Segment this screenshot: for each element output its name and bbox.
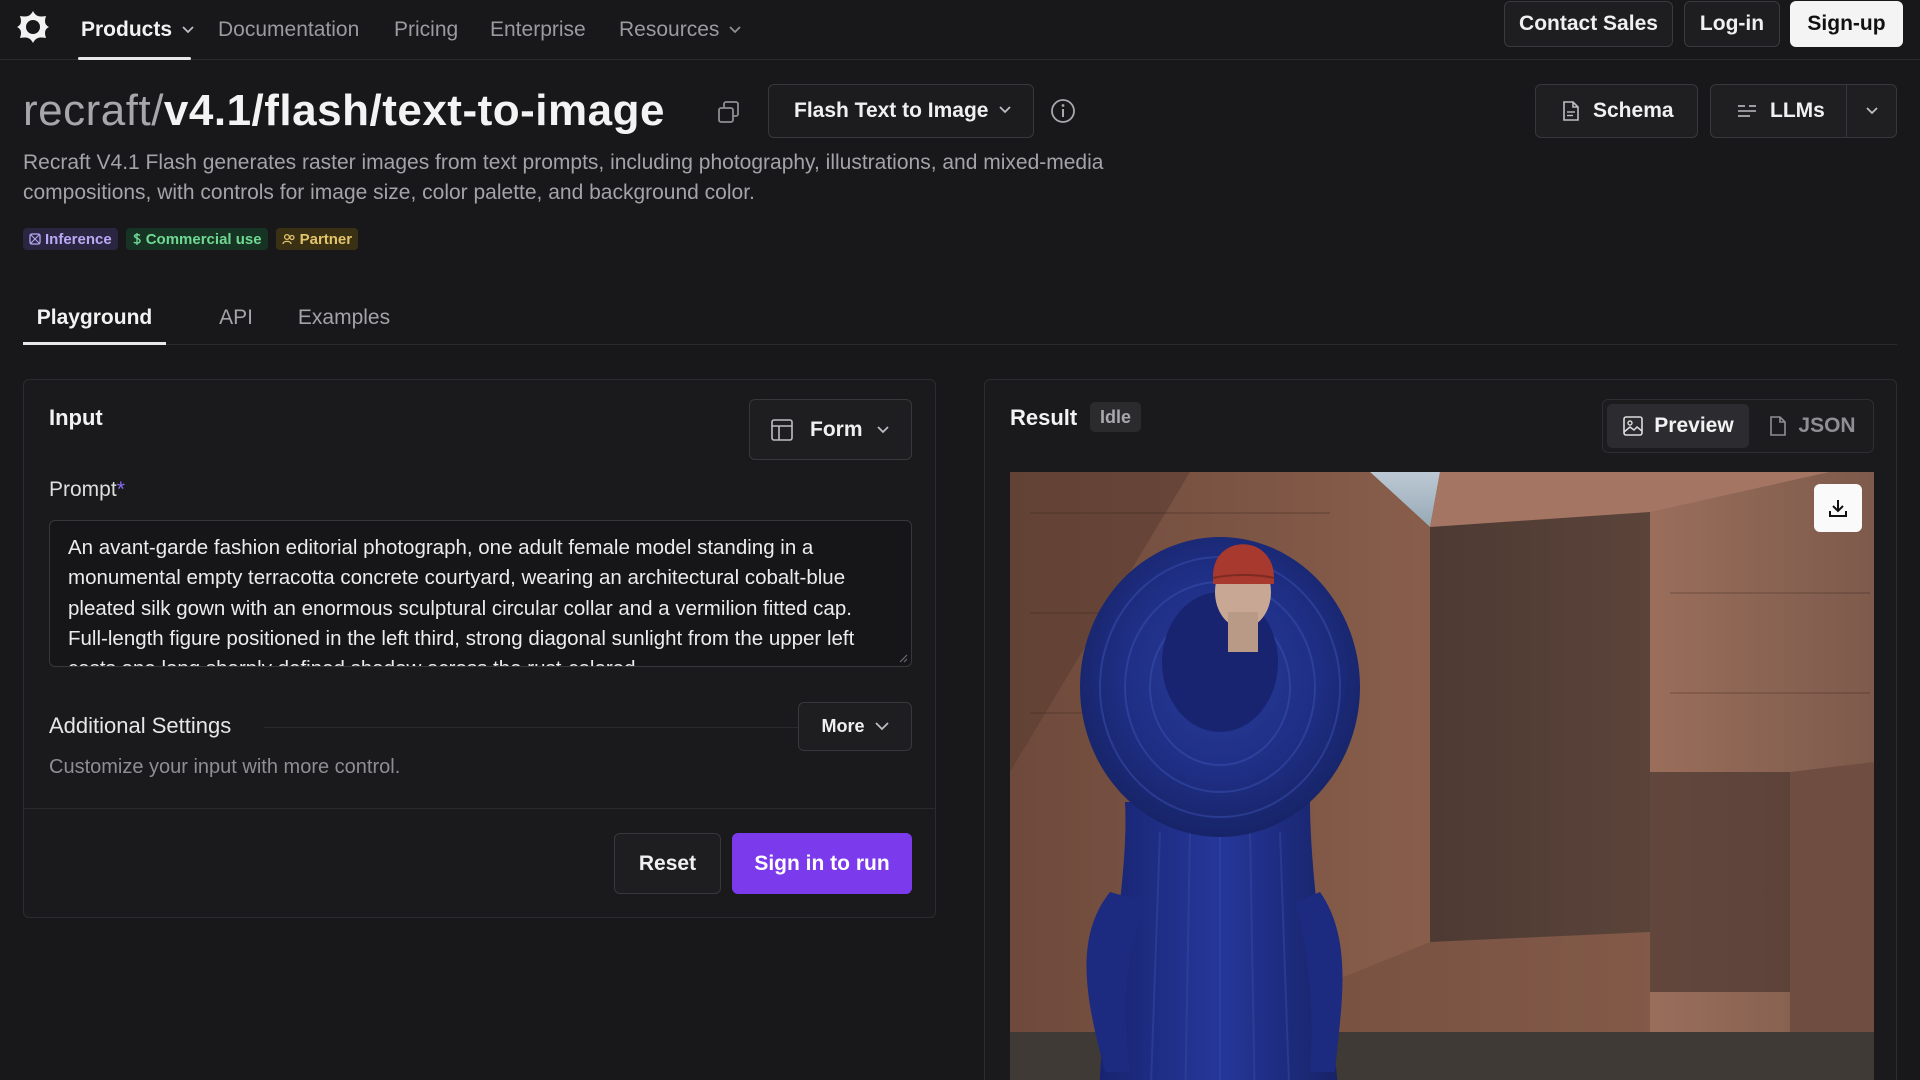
nav-enterprise[interactable]: Enterprise	[490, 0, 586, 60]
badge-inference: Inference	[23, 228, 118, 250]
chevron-down-icon	[876, 425, 889, 433]
reset-button[interactable]: Reset	[614, 833, 721, 894]
nav-pricing[interactable]: Pricing	[394, 0, 458, 60]
schema-label: Schema	[1593, 99, 1674, 122]
status-label: Idle	[1100, 406, 1132, 427]
prompt-label: Prompt*	[49, 478, 125, 502]
chevron-down-icon	[729, 26, 742, 34]
panel-footer-divider	[24, 808, 935, 809]
tab-examples-label: Examples	[297, 305, 391, 329]
llms-label: LLMs	[1770, 99, 1825, 122]
nav-documentation[interactable]: Documentation	[218, 0, 359, 60]
generated-image	[1010, 472, 1874, 1080]
info-icon[interactable]	[1049, 97, 1077, 125]
top-nav: Products Documentation Pricing Enterpris…	[0, 0, 1920, 60]
login-label: Log-in	[1699, 12, 1765, 35]
model-description: Recraft V4.1 Flash generates raster imag…	[23, 151, 1104, 204]
chevron-down-icon	[999, 106, 1011, 114]
input-mode-select[interactable]: Form	[749, 399, 912, 460]
form-layout-icon	[771, 418, 793, 441]
nav-products-label: Products	[81, 18, 173, 41]
input-panel: Input Form Prompt* An avant-garde fashio…	[23, 379, 936, 918]
nav-products[interactable]: Products	[81, 0, 194, 60]
tab-api-label: API	[219, 305, 253, 329]
nav-resources[interactable]: Resources	[619, 0, 742, 60]
partner-icon	[281, 233, 295, 245]
download-icon	[1829, 500, 1847, 517]
chevron-down-icon	[182, 26, 194, 34]
tab-active-underline	[23, 342, 166, 345]
tab-playground[interactable]: Playground	[23, 290, 166, 345]
page-title: recraft/v4.1/flash/text-to-image	[23, 86, 665, 136]
download-button[interactable]	[1814, 484, 1862, 532]
badge-partner-label: Partner	[299, 230, 353, 248]
input-mode-label: Form	[810, 417, 863, 441]
contact-sales-label: Contact Sales	[1519, 12, 1658, 35]
nav-active-underline	[78, 57, 191, 60]
login-button[interactable]: Log-in	[1684, 1, 1780, 47]
more-settings-button[interactable]: More	[798, 702, 912, 751]
result-image	[1010, 472, 1874, 1080]
section-divider	[264, 727, 804, 728]
json-toggle[interactable]: JSON	[1753, 404, 1871, 448]
endpoint-variant-value: Flash Text to Image	[794, 99, 989, 122]
tabs-bar: Playground API Examples	[23, 290, 1897, 345]
signup-button[interactable]: Sign-up	[1790, 1, 1903, 47]
tab-api[interactable]: API	[191, 290, 281, 345]
page-title-prefix: recraft/	[23, 86, 164, 135]
tab-playground-label: Playground	[36, 305, 153, 329]
prompt-textarea[interactable]: An avant-garde fashion editorial photogr…	[49, 520, 912, 667]
image-icon	[1623, 416, 1644, 436]
nav-documentation-label: Documentation	[218, 18, 360, 41]
json-label: JSON	[1798, 414, 1856, 437]
llms-button[interactable]: LLMs	[1710, 84, 1897, 138]
badge-commercial-use: Commercial use	[125, 228, 268, 250]
document-icon	[1563, 101, 1579, 121]
status-badge: Idle	[1090, 402, 1142, 432]
chevron-down-icon[interactable]	[1866, 107, 1878, 115]
schema-button[interactable]: Schema	[1535, 84, 1698, 138]
badge-commercial-label: Commercial use	[145, 230, 262, 248]
nav-pricing-label: Pricing	[394, 18, 459, 41]
endpoint-variant-select[interactable]: Flash Text to Image	[768, 84, 1034, 138]
result-panel-title: Result	[1010, 405, 1078, 430]
required-mark: *	[116, 478, 125, 501]
llms-icon	[1738, 105, 1756, 117]
more-label: More	[821, 716, 865, 736]
badge-partner: Partner	[275, 228, 359, 250]
result-view-toggle: Preview JSON	[1602, 399, 1874, 453]
additional-settings-subtitle: Customize your input with more control.	[49, 756, 401, 778]
signup-label: Sign-up	[1807, 12, 1886, 35]
document-icon	[1770, 416, 1787, 436]
run-label: Sign in to run	[754, 851, 890, 875]
sign-in-to-run-button[interactable]: Sign in to run	[732, 833, 912, 894]
badge-row: Inference Commercial use Partner	[23, 228, 359, 250]
additional-settings-title: Additional Settings	[49, 713, 232, 738]
preview-label: Preview	[1654, 414, 1734, 437]
resize-handle-icon[interactable]	[898, 653, 908, 663]
nav-enterprise-label: Enterprise	[490, 18, 586, 41]
input-panel-title: Input	[49, 405, 103, 430]
badge-inference-label: Inference	[45, 230, 112, 248]
page-title-name: v4.1/flash/text-to-image	[163, 86, 665, 135]
result-panel: Result Idle Preview JSON	[984, 379, 1897, 1080]
chevron-down-icon	[874, 722, 889, 731]
copy-icon[interactable]	[716, 99, 742, 125]
preview-toggle[interactable]: Preview	[1607, 404, 1749, 448]
tab-examples[interactable]: Examples	[269, 290, 419, 345]
dollar-icon	[133, 233, 141, 245]
nav-resources-label: Resources	[619, 18, 720, 41]
logo-icon[interactable]	[14, 8, 52, 46]
contact-sales-button[interactable]: Contact Sales	[1504, 1, 1673, 47]
inference-icon	[29, 233, 41, 245]
split-divider	[1846, 85, 1847, 137]
prompt-value: An avant-garde fashion editorial photogr…	[68, 536, 855, 666]
reset-label: Reset	[638, 851, 697, 875]
prompt-label-text: Prompt	[49, 478, 117, 501]
